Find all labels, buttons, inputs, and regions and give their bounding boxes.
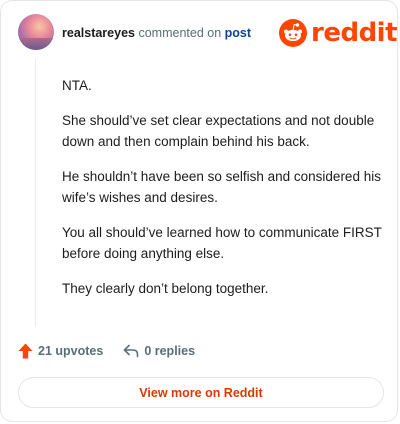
comment-body: NTA. She should’ve set clear expectation… — [62, 75, 382, 313]
reply-arrow-icon — [124, 344, 139, 358]
avatar[interactable] — [18, 14, 54, 50]
comment-verb: commented on — [138, 26, 222, 40]
thread-line — [35, 59, 36, 327]
upvote-button[interactable]: 21 upvotes — [18, 343, 103, 359]
replies-button[interactable]: 0 replies — [123, 344, 195, 358]
comment-paragraph: You all should’ve learned how to communi… — [62, 225, 382, 261]
reddit-comment-embed: realstareyes commented on post reddit NT… — [0, 0, 398, 422]
comment-paragraph: NTA. — [62, 78, 92, 93]
view-more-button[interactable]: View more on Reddit — [18, 377, 384, 408]
username[interactable]: realstareyes — [62, 26, 135, 40]
comment-header: realstareyes commented on post — [62, 25, 251, 41]
reddit-wordmark: reddit — [311, 18, 398, 48]
post-link[interactable]: post — [225, 26, 251, 40]
upvote-arrow-icon — [18, 343, 33, 359]
comment-paragraph: She should’ve set clear expectations and… — [62, 113, 375, 149]
comment-paragraph: They clearly don’t belong together. — [62, 281, 269, 296]
comment-paragraph: He shouldn’t have been so selfish and co… — [62, 169, 381, 205]
reddit-snoo-icon — [279, 19, 307, 47]
upvote-count: 21 upvotes — [38, 344, 104, 358]
reply-count: 0 replies — [144, 344, 196, 358]
comment-actions: 21 upvotes 0 replies — [18, 343, 195, 359]
reddit-logo[interactable]: reddit — [279, 18, 398, 48]
